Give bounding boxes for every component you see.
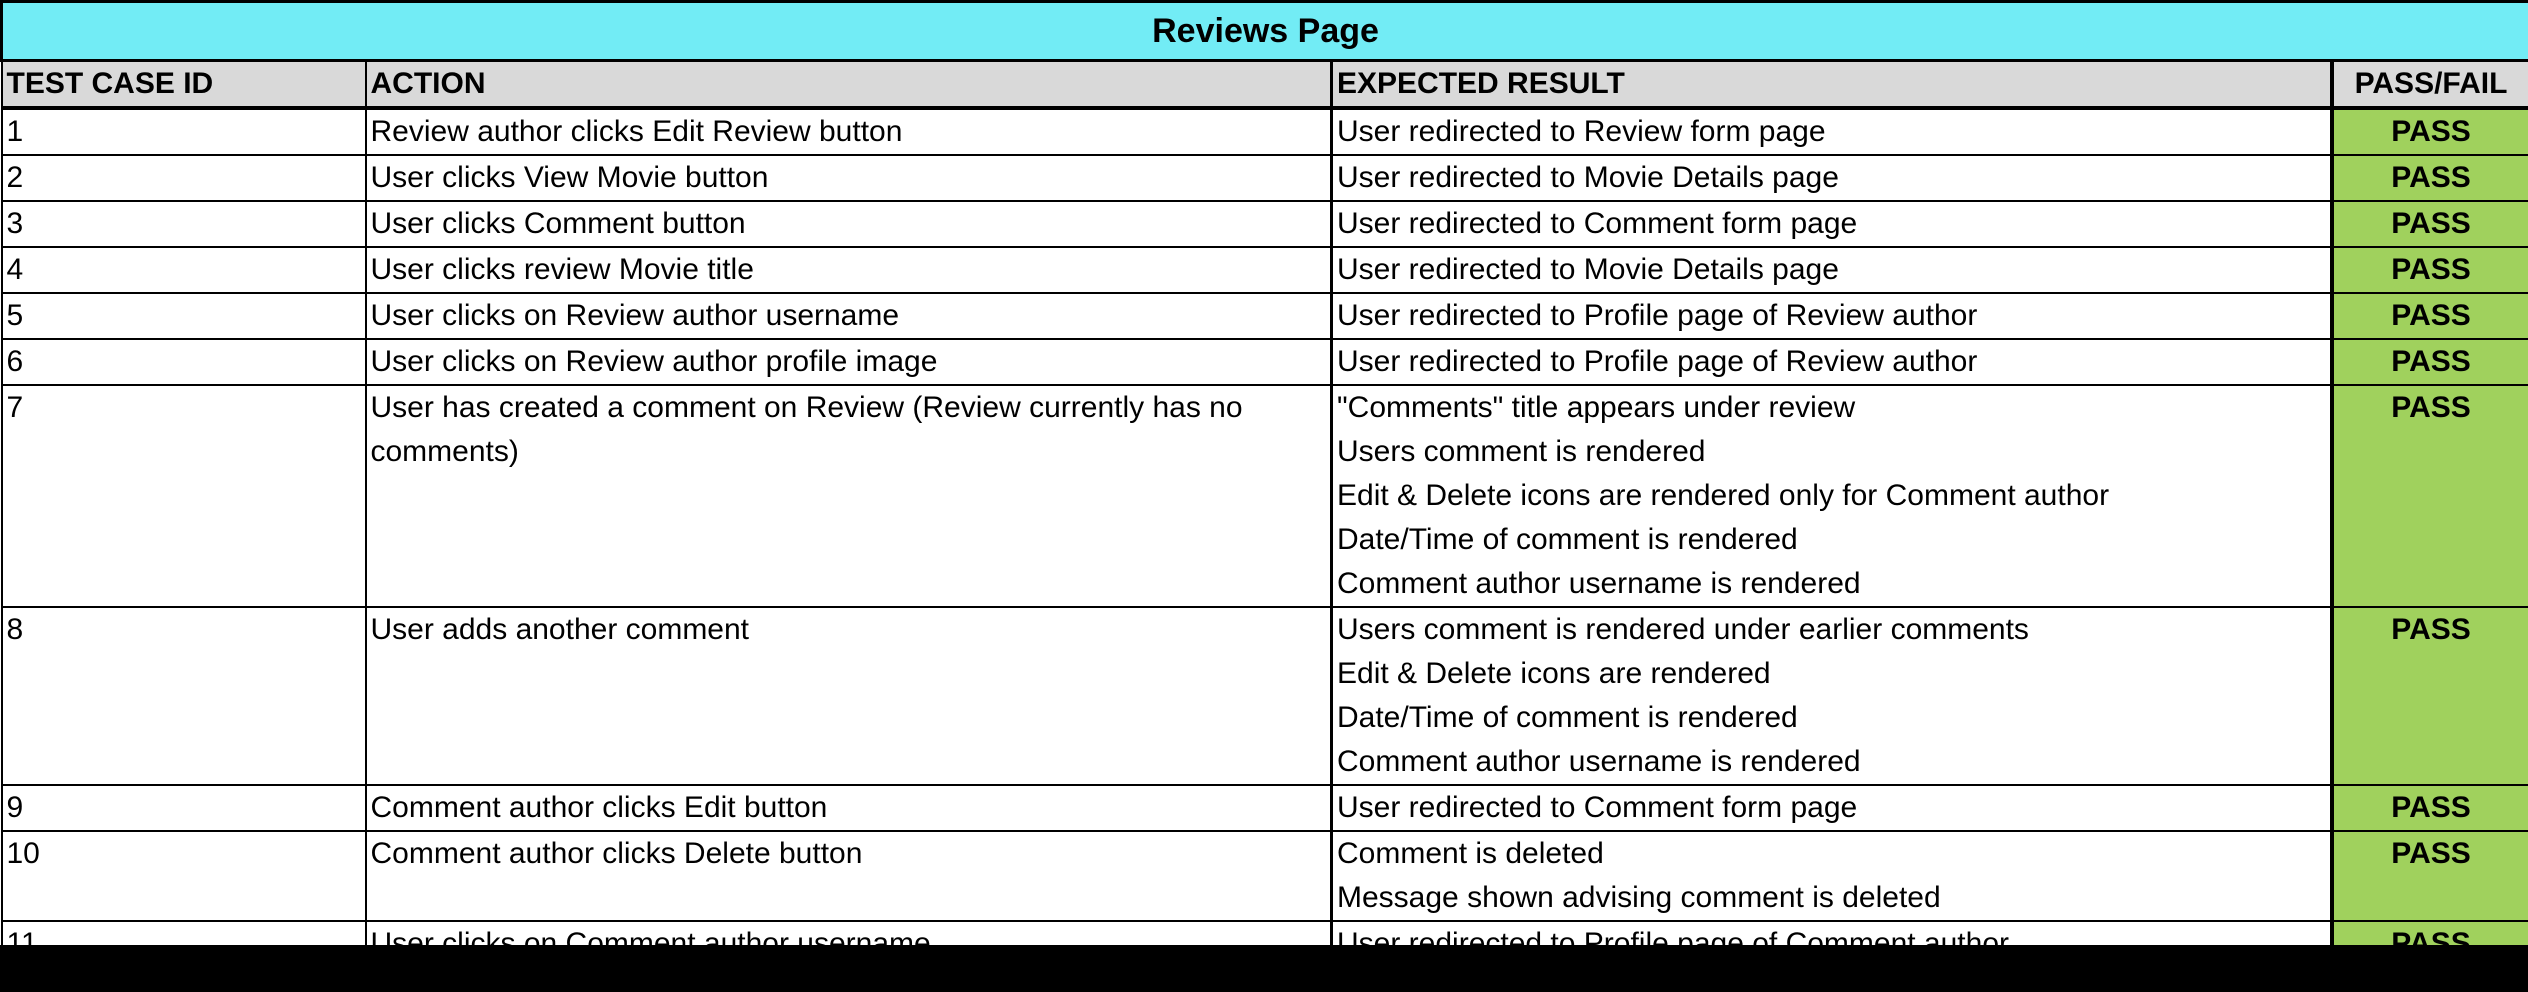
column-header-pass-fail: PASS/FAIL bbox=[2329, 59, 2528, 110]
expected-result-line: User redirected to Comment form page bbox=[1337, 207, 1858, 240]
expected-result-line: User redirected to Review form page bbox=[1337, 115, 1826, 148]
pass-fail-cell[interactable]: PASS bbox=[2329, 200, 2528, 248]
test-case-table: Reviews Page TEST CASE ID ACTION EXPECTE… bbox=[0, 0, 2528, 945]
action-cell[interactable]: User clicks on Review author username bbox=[364, 292, 1333, 340]
pass-fail-cell[interactable]: PASS bbox=[2329, 830, 2528, 922]
pass-fail-cell[interactable]: PASS bbox=[2329, 784, 2528, 832]
action-cell[interactable]: User clicks on Comment author username bbox=[364, 920, 1333, 945]
column-header-test-case-id: TEST CASE ID bbox=[0, 59, 367, 110]
table-row: 1 Review author clicks Edit Review button… bbox=[0, 107, 2528, 156]
expected-result-cell[interactable]: User redirected to Review form page bbox=[1330, 107, 2333, 156]
table-row: 7 User has created a comment on Review (R… bbox=[0, 384, 2528, 608]
test-case-id-cell[interactable]: 10 bbox=[0, 830, 367, 922]
test-case-id-cell[interactable]: 6 bbox=[0, 338, 367, 386]
test-case-id-cell[interactable]: 8 bbox=[0, 606, 367, 786]
column-header-action: ACTION bbox=[364, 59, 1333, 110]
pass-fail-cell[interactable]: PASS bbox=[2329, 384, 2528, 608]
test-case-id-cell[interactable]: 5 bbox=[0, 292, 367, 340]
table-row: 4 User clicks review Movie title User redi… bbox=[0, 246, 2528, 294]
column-header-expected-result: EXPECTED RESULT bbox=[1330, 59, 2333, 110]
pass-fail-cell[interactable]: PASS bbox=[2329, 920, 2528, 945]
test-case-id-cell[interactable]: 4 bbox=[0, 246, 367, 294]
expected-result-line: User redirected to Movie Details page bbox=[1337, 253, 1839, 286]
expected-result-line: Date/Time of comment is rendered bbox=[1337, 523, 1798, 556]
header-row: TEST CASE ID ACTION EXPECTED RESULT PASS… bbox=[0, 59, 2528, 110]
expected-result-line: Date/Time of comment is rendered bbox=[1337, 701, 1798, 734]
table-body: 1 Review author clicks Edit Review button… bbox=[0, 107, 2528, 945]
test-case-id-cell[interactable]: 7 bbox=[0, 384, 367, 608]
test-case-id-cell[interactable]: 9 bbox=[0, 784, 367, 832]
expected-result-line: User redirected to Profile page of Revie… bbox=[1337, 345, 1978, 378]
expected-result-line: Comment is deleted bbox=[1337, 837, 1604, 870]
expected-result-cell[interactable]: User redirected to Movie Details page bbox=[1330, 154, 2333, 202]
test-case-id-cell[interactable]: 3 bbox=[0, 200, 367, 248]
table-row: 5 User clicks on Review author username Us… bbox=[0, 292, 2528, 340]
expected-result-cell[interactable]: "Comments" title appears under review Use… bbox=[1330, 384, 2333, 608]
table-row: 10 Comment author clicks Delete button Com… bbox=[0, 830, 2528, 922]
action-cell[interactable]: Comment author clicks Edit button bbox=[364, 784, 1333, 832]
pass-fail-cell[interactable]: PASS bbox=[2329, 338, 2528, 386]
action-cell[interactable]: User has created a comment on Review (Re… bbox=[364, 384, 1333, 608]
expected-result-line: Edit & Delete icons are rendered bbox=[1337, 657, 1771, 690]
action-cell[interactable]: User adds another comment bbox=[364, 606, 1333, 786]
expected-result-line: Message shown advising comment is delete… bbox=[1337, 881, 1941, 914]
expected-result-cell[interactable]: User redirected to Profile page of Revie… bbox=[1330, 338, 2333, 386]
table-row: 6 User clicks on Review author profile im… bbox=[0, 338, 2528, 386]
spreadsheet-area: Reviews Page TEST CASE ID ACTION EXPECTE… bbox=[0, 0, 2528, 945]
table-row: 9 Comment author clicks Edit button User r… bbox=[0, 784, 2528, 832]
expected-result-cell[interactable]: Users comment is rendered under earlier … bbox=[1330, 606, 2333, 786]
action-cell[interactable]: User clicks review Movie title bbox=[364, 246, 1333, 294]
expected-result-line: Comment author username is rendered bbox=[1337, 567, 1861, 600]
action-cell[interactable]: User clicks View Movie button bbox=[364, 154, 1333, 202]
expected-result-line: Users comment is rendered bbox=[1337, 435, 1706, 468]
pass-fail-cell[interactable]: PASS bbox=[2329, 154, 2528, 202]
action-cell[interactable]: User clicks on Review author profile ima… bbox=[364, 338, 1333, 386]
expected-result-cell[interactable]: User redirected to Profile page of Comme… bbox=[1330, 920, 2333, 945]
table-row: 11 User clicks on Comment author username… bbox=[0, 920, 2528, 945]
action-cell[interactable]: Review author clicks Edit Review button bbox=[364, 107, 1333, 156]
pass-fail-cell[interactable]: PASS bbox=[2329, 292, 2528, 340]
table-row: 3 User clicks Comment button User redirect… bbox=[0, 200, 2528, 248]
expected-result-line: User redirected to Movie Details page bbox=[1337, 161, 1839, 194]
pass-fail-cell[interactable]: PASS bbox=[2329, 246, 2528, 294]
expected-result-line: User redirected to Profile page of Revie… bbox=[1337, 299, 1978, 332]
expected-result-line: User redirected to Profile page of Comme… bbox=[1337, 927, 2009, 945]
test-case-id-cell[interactable]: 2 bbox=[0, 154, 367, 202]
expected-result-cell[interactable]: User redirected to Movie Details page bbox=[1330, 246, 2333, 294]
title-row: Reviews Page bbox=[0, 0, 2528, 62]
table-row: 2 User clicks View Movie button User redir… bbox=[0, 154, 2528, 202]
action-cell[interactable]: Comment author clicks Delete button bbox=[364, 830, 1333, 922]
expected-result-cell[interactable]: Comment is deleted Message shown advising… bbox=[1330, 830, 2333, 922]
action-cell[interactable]: User clicks Comment button bbox=[364, 200, 1333, 248]
expected-result-line: Users comment is rendered under earlier … bbox=[1337, 613, 2029, 646]
expected-result-line: Edit & Delete icons are rendered only fo… bbox=[1337, 479, 2110, 512]
test-case-id-cell[interactable]: 1 bbox=[0, 107, 367, 156]
pass-fail-cell[interactable]: PASS bbox=[2329, 107, 2528, 156]
expected-result-line: Comment author username is rendered bbox=[1337, 745, 1861, 778]
expected-result-line: "Comments" title appears under review bbox=[1337, 391, 1856, 424]
pass-fail-cell[interactable]: PASS bbox=[2329, 606, 2528, 786]
table-row: 8 User adds another comment Users comment … bbox=[0, 606, 2528, 786]
expected-result-cell[interactable]: User redirected to Comment form page bbox=[1330, 784, 2333, 832]
expected-result-cell[interactable]: User redirected to Profile page of Revie… bbox=[1330, 292, 2333, 340]
expected-result-line: User redirected to Comment form page bbox=[1337, 791, 1858, 824]
table-title: Reviews Page bbox=[0, 0, 2528, 62]
expected-result-cell[interactable]: User redirected to Comment form page bbox=[1330, 200, 2333, 248]
test-case-id-cell[interactable]: 11 bbox=[0, 920, 367, 945]
